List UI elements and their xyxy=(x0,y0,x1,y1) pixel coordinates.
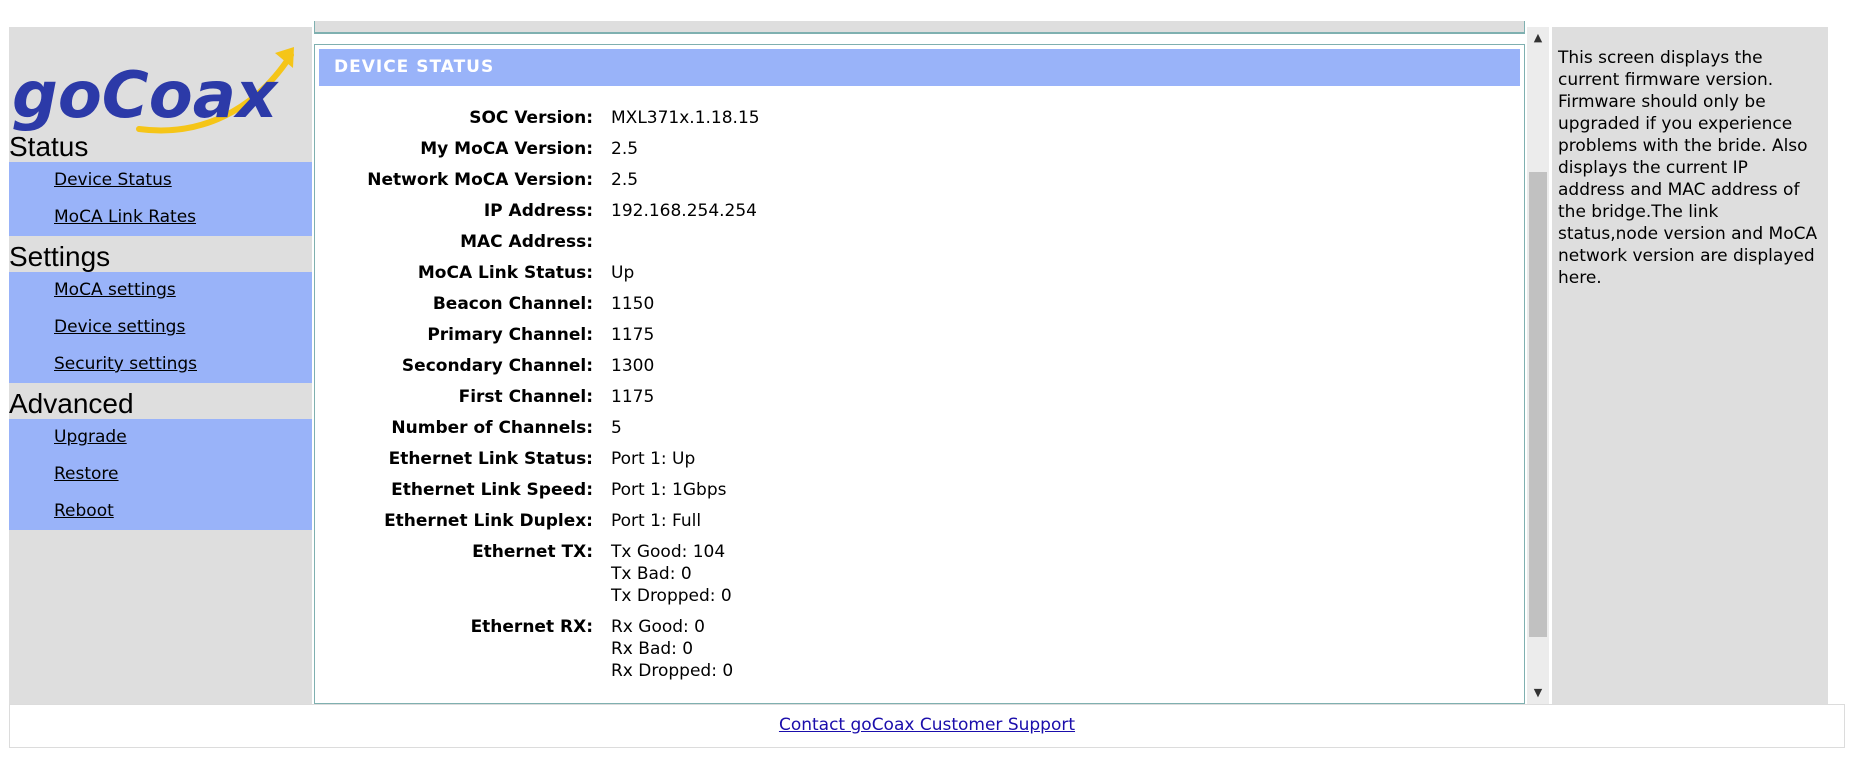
status-row: Network MoCA Version: 2.5 xyxy=(315,169,1315,200)
rx-good: Rx Good: 0 xyxy=(611,617,705,637)
row-value: Port 1: Full xyxy=(611,511,702,531)
row-value: 192.168.254.254 xyxy=(611,201,758,221)
page-title: DEVICE STATUS xyxy=(319,49,1520,86)
rx-bad: Rx Bad: 0 xyxy=(611,639,694,659)
status-row: MAC Address: xyxy=(315,231,1315,262)
section-heading-settings: Settings xyxy=(9,241,111,272)
status-row-ethernet-tx: Ethernet TX: Tx Good: 104 Tx Bad: 0 Tx D… xyxy=(315,541,1315,616)
row-value: Port 1: 1Gbps xyxy=(611,480,727,500)
status-row: IP Address: 192.168.254.254 xyxy=(315,200,1315,231)
row-value: 1150 xyxy=(611,294,655,314)
status-row: Ethernet Link Duplex: Port 1: Full xyxy=(315,510,1315,541)
row-label: SOC Version: xyxy=(469,108,593,128)
sidebar-item-device-status[interactable]: Device Status xyxy=(9,162,312,199)
row-label: MAC Address: xyxy=(460,232,593,252)
row-label: IP Address: xyxy=(483,201,593,221)
row-label: Ethernet RX: xyxy=(470,617,593,637)
row-label: My MoCA Version: xyxy=(420,139,593,159)
row-label: MoCA Link Status: xyxy=(417,263,593,283)
status-row: Ethernet Link Speed: Port 1: 1Gbps xyxy=(315,479,1315,510)
row-label: Ethernet TX: xyxy=(472,542,593,562)
status-row: Primary Channel: 1175 xyxy=(315,324,1315,355)
nav-group-settings: MoCA settings Device settings Security s… xyxy=(9,272,312,383)
tx-bad: Tx Bad: 0 xyxy=(611,564,692,584)
row-value: 2.5 xyxy=(611,170,639,190)
rx-dropped: Rx Dropped: 0 xyxy=(611,661,734,681)
row-value: 5 xyxy=(611,418,622,438)
help-panel: This screen displays the current firmwar… xyxy=(1552,27,1828,704)
row-label: Ethernet Link Status: xyxy=(388,449,593,469)
row-value: 1175 xyxy=(611,387,655,407)
status-table: SOC Version: MXL371x.1.18.15 My MoCA Vers… xyxy=(315,107,1315,691)
row-label: Number of Channels: xyxy=(391,418,593,438)
section-heading-advanced: Advanced xyxy=(9,388,134,419)
row-label: Ethernet Link Duplex: xyxy=(384,511,593,531)
row-value: 1175 xyxy=(611,325,655,345)
row-value: Up xyxy=(611,263,635,283)
sidebar-item-reboot[interactable]: Reboot xyxy=(9,493,312,530)
row-label: Primary Channel: xyxy=(427,325,593,345)
row-value: 1300 xyxy=(611,356,655,376)
status-row: Number of Channels: 5 xyxy=(315,417,1315,448)
scroll-thumb[interactable] xyxy=(1529,172,1547,637)
row-label: Network MoCA Version: xyxy=(367,170,593,190)
help-text: This screen displays the current firmwar… xyxy=(1558,48,1818,288)
section-heading-status: Status xyxy=(9,131,89,162)
sidebar-item-device-settings[interactable]: Device settings xyxy=(9,309,312,346)
row-value: 2.5 xyxy=(611,139,639,159)
footer: Contact goCoax Customer Support xyxy=(9,704,1845,748)
nav-group-advanced: Upgrade Restore Reboot xyxy=(9,419,312,530)
tx-good: Tx Good: 104 xyxy=(611,542,726,562)
row-value: Port 1: Up xyxy=(611,449,696,469)
sidebar: goCoax Status Device Status MoCA Link Ra… xyxy=(9,27,312,704)
row-label: Ethernet Link Speed: xyxy=(391,480,593,500)
status-row: First Channel: 1175 xyxy=(315,386,1315,417)
nav-group-status: Device Status MoCA Link Rates xyxy=(9,162,312,236)
status-row: Ethernet Link Status: Port 1: Up xyxy=(315,448,1315,479)
row-label: Beacon Channel: xyxy=(432,294,593,314)
vertical-scrollbar[interactable]: ▲ ▼ xyxy=(1527,27,1549,704)
sidebar-item-moca-settings[interactable]: MoCA settings xyxy=(9,272,312,309)
row-label: Secondary Channel: xyxy=(401,356,593,376)
scroll-up-icon[interactable]: ▲ xyxy=(1527,27,1549,49)
status-row: Secondary Channel: 1300 xyxy=(315,355,1315,386)
status-row: SOC Version: MXL371x.1.18.15 xyxy=(315,107,1315,138)
status-row: Beacon Channel: 1150 xyxy=(315,293,1315,324)
status-row: MoCA Link Status: Up xyxy=(315,262,1315,293)
status-row-ethernet-rx: Ethernet RX: Rx Good: 0 Rx Bad: 0 Rx Dro… xyxy=(315,616,1315,691)
sidebar-item-restore[interactable]: Restore xyxy=(9,456,312,493)
row-value-multiline: Tx Good: 104 Tx Bad: 0 Tx Dropped: 0 xyxy=(611,541,1211,607)
scroll-down-icon[interactable]: ▼ xyxy=(1527,682,1549,704)
row-value-multiline: Rx Good: 0 Rx Bad: 0 Rx Dropped: 0 xyxy=(611,616,1211,682)
content-frame: DEVICE STATUS SOC Version: MXL371x.1.18.1… xyxy=(314,44,1525,704)
sidebar-item-upgrade[interactable]: Upgrade xyxy=(9,419,312,456)
row-label: First Channel: xyxy=(458,387,593,407)
svg-text:goCoax: goCoax xyxy=(12,59,279,133)
status-row: My MoCA Version: 2.5 xyxy=(315,138,1315,169)
tx-dropped: Tx Dropped: 0 xyxy=(611,586,732,606)
row-value: MXL371x.1.18.15 xyxy=(611,108,760,128)
sidebar-item-security-settings[interactable]: Security settings xyxy=(9,346,312,383)
sidebar-item-moca-link-rates[interactable]: MoCA Link Rates xyxy=(9,199,312,236)
contact-support-link[interactable]: Contact goCoax Customer Support xyxy=(779,715,1075,735)
frame-top-edge xyxy=(314,21,1525,34)
